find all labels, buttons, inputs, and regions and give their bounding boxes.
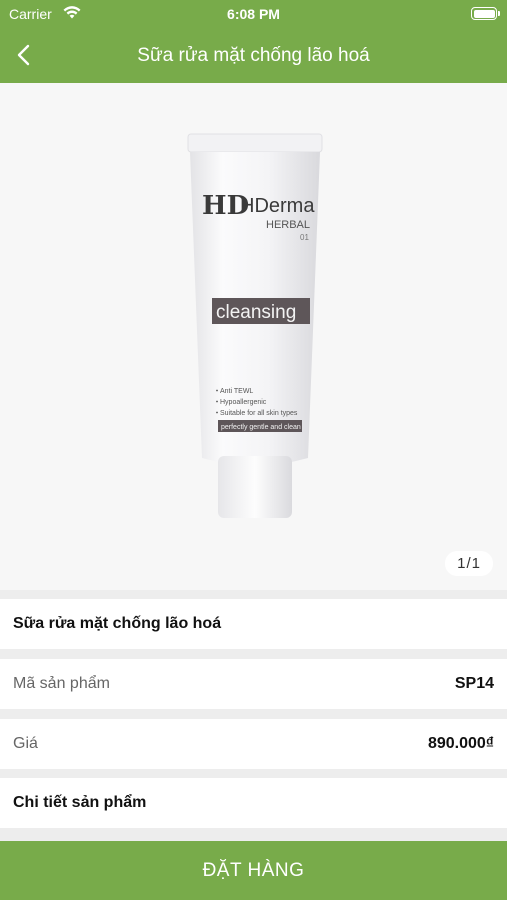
bullet-1: Anti TEWL xyxy=(220,388,253,395)
product-name: Sữa rửa mặt chống lão hoá xyxy=(13,615,222,632)
product-code-label: Mã sản phẩm xyxy=(13,675,110,692)
svg-text:HDerma: HDerma xyxy=(240,195,315,217)
price-value: 890.000₫ xyxy=(427,735,494,752)
product-name-row: Sữa rửa mặt chống lão hoá xyxy=(0,599,507,649)
price-label: Giá xyxy=(13,735,38,752)
band-text: cleansing xyxy=(216,302,296,323)
product-image-carousel[interactable]: HD HDerma HERBAL 01 cleansing Anti TEWL … xyxy=(0,83,507,590)
product-details-row[interactable]: Chi tiết sản phẩm xyxy=(0,778,507,828)
product-code-row: Mã sản phẩm SP14 xyxy=(0,659,507,709)
page-indicator: 1/1 xyxy=(445,551,493,576)
svg-text:HERBAL: HERBAL xyxy=(266,219,310,231)
status-bar: Carrier 6:08 PM xyxy=(0,0,507,28)
battery-icon xyxy=(471,7,500,20)
bullet-2: Hypoallergenic xyxy=(220,399,267,406)
navigation-bar: Sữa rửa mặt chống lão hoá xyxy=(0,28,507,83)
svg-text:01: 01 xyxy=(300,233,309,242)
tagline: perfectly gentle and clean xyxy=(221,424,301,431)
product-tube-image: HD HDerma HERBAL 01 cleansing Anti TEWL … xyxy=(187,133,323,518)
page-title: Sữa rửa mặt chống lão hoá xyxy=(137,45,370,66)
order-button[interactable]: ĐẶT HÀNG xyxy=(0,841,507,900)
product-details-label: Chi tiết sản phẩm xyxy=(13,794,147,811)
status-time: 6:08 PM xyxy=(227,6,280,22)
price-row: Giá 890.000₫ xyxy=(0,719,507,769)
bullet-3: Suitable for all skin types xyxy=(220,410,298,417)
product-code-value: SP14 xyxy=(454,675,494,692)
